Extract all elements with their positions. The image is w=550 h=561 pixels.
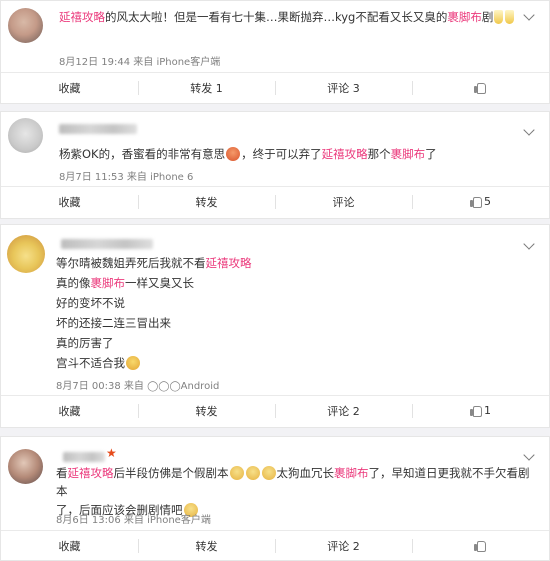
keyword-highlight[interactable]: 裹脚布: [391, 147, 426, 161]
emoji-icon: [229, 466, 244, 480]
comment-line: 宫斗不适合我: [56, 354, 537, 373]
comment-line: 等尔晴被魏姐弄死后我就不看延禧攻略: [56, 256, 252, 270]
chevron-down-icon[interactable]: [523, 124, 535, 136]
comment-text: 杨紫OK的，香蜜看的非常有意思 ，终于可以弃了延禧攻略那个裹脚布了: [59, 147, 437, 161]
comment-meta: 8月7日 00:38 来自 ◯◯◯Android: [56, 381, 220, 392]
comment-meta: 8月6日 13:06 来自 iPhone客户端: [56, 515, 211, 526]
emoji-icon: [226, 147, 241, 161]
chevron-down-icon[interactable]: [523, 449, 535, 461]
keyword-highlight[interactable]: 延禧攻略: [322, 147, 368, 161]
keyword-highlight[interactable]: 裹脚布: [91, 276, 126, 290]
like-icon: [470, 405, 482, 417]
comment-line: 真的像裹脚布一样又臭又长: [56, 276, 194, 290]
comment-line: 真的厉害了: [56, 336, 114, 350]
emoji-icon: [505, 10, 515, 24]
like-icon: [473, 82, 486, 94]
emoji-icon: [245, 466, 260, 480]
avatar[interactable]: [8, 449, 43, 484]
vip-star-icon: ★: [106, 446, 117, 460]
like-icon: [473, 540, 486, 552]
comment-card: ★ 看延禧攻略后半段仿佛是个假剧本 太狗血冗长裹脚布了，早知道日更我就不手欠看剧本…: [0, 436, 550, 561]
comment-text: 等尔晴被魏姐弄死后我就不看延禧攻略 真的像裹脚布一样又臭又长 好的变坏不说 坏的…: [56, 254, 537, 373]
favorite-button[interactable]: 收藏: [1, 73, 138, 102]
avatar[interactable]: [8, 118, 43, 153]
comment-card: 等尔晴被魏姐弄死后我就不看延禧攻略 真的像裹脚布一样又臭又长 好的变坏不说 坏的…: [0, 224, 550, 428]
like-button[interactable]: 5: [412, 187, 549, 216]
action-bar: 收藏 转发 评论 2: [1, 530, 549, 560]
keyword-highlight[interactable]: 延禧攻略: [68, 466, 114, 480]
repost-button[interactable]: 转发: [138, 187, 275, 216]
username-blurred[interactable]: [63, 452, 105, 462]
comment-meta: 8月12日 19:44 来自 iPhone客户端: [59, 57, 221, 68]
action-bar: 收藏 转发 评论 5: [1, 186, 549, 216]
comment-text: 延禧攻略的风太大啦！但是一看有七十集…果断抛弃…kyg不配看又长又臭的裹脚布剧: [59, 8, 537, 26]
comment-button[interactable]: 评论 2: [275, 396, 412, 425]
comment-line: 看延禧攻略后半段仿佛是个假剧本 太狗血冗长裹脚布了，早知道日更我就不手欠看剧本: [56, 466, 530, 498]
comment-feed: 延禧攻略的风太大啦！但是一看有七十集…果断抛弃…kyg不配看又长又臭的裹脚布剧 …: [0, 0, 550, 561]
comment-button[interactable]: 评论 2: [275, 531, 412, 560]
repost-button[interactable]: 转发 1: [138, 73, 275, 102]
like-button[interactable]: [412, 73, 549, 102]
comment-meta: 8月7日 11:53 来自 iPhone 6: [59, 172, 194, 183]
action-bar: 收藏 转发 1 评论 3: [1, 72, 549, 102]
action-bar: 收藏 转发 评论 2 1: [1, 395, 549, 425]
comment-card: 延禧攻略的风太大啦！但是一看有七十集…果断抛弃…kyg不配看又长又臭的裹脚布剧 …: [0, 0, 550, 104]
like-button[interactable]: [412, 531, 549, 560]
comment-line: 坏的还接二连三冒出来: [56, 316, 171, 330]
keyword-highlight[interactable]: 延禧攻略: [206, 256, 252, 270]
emoji-icon: [494, 10, 504, 24]
repost-button[interactable]: 转发: [138, 531, 275, 560]
username-blurred[interactable]: [61, 239, 153, 249]
keyword-highlight[interactable]: 裹脚布: [447, 10, 482, 24]
comment-button[interactable]: 评论 3: [275, 73, 412, 102]
like-button[interactable]: 1: [412, 396, 549, 425]
emoji-icon: [261, 466, 276, 480]
keyword-highlight[interactable]: 裹脚布: [334, 466, 369, 480]
comment-button[interactable]: 评论: [275, 187, 412, 216]
username-blurred[interactable]: [59, 124, 137, 134]
avatar[interactable]: [8, 8, 43, 43]
favorite-button[interactable]: 收藏: [1, 531, 138, 560]
chevron-down-icon[interactable]: [523, 238, 535, 250]
emoji-icon: [126, 356, 140, 370]
comment-line: 好的变坏不说: [56, 296, 125, 310]
like-icon: [470, 196, 482, 208]
comment-card: 杨紫OK的，香蜜看的非常有意思 ，终于可以弃了延禧攻略那个裹脚布了 8月7日 11…: [0, 111, 550, 219]
avatar[interactable]: [7, 235, 45, 273]
repost-button[interactable]: 转发: [138, 396, 275, 425]
favorite-button[interactable]: 收藏: [1, 187, 138, 216]
favorite-button[interactable]: 收藏: [1, 396, 138, 425]
keyword-highlight[interactable]: 延禧攻略: [59, 10, 105, 24]
